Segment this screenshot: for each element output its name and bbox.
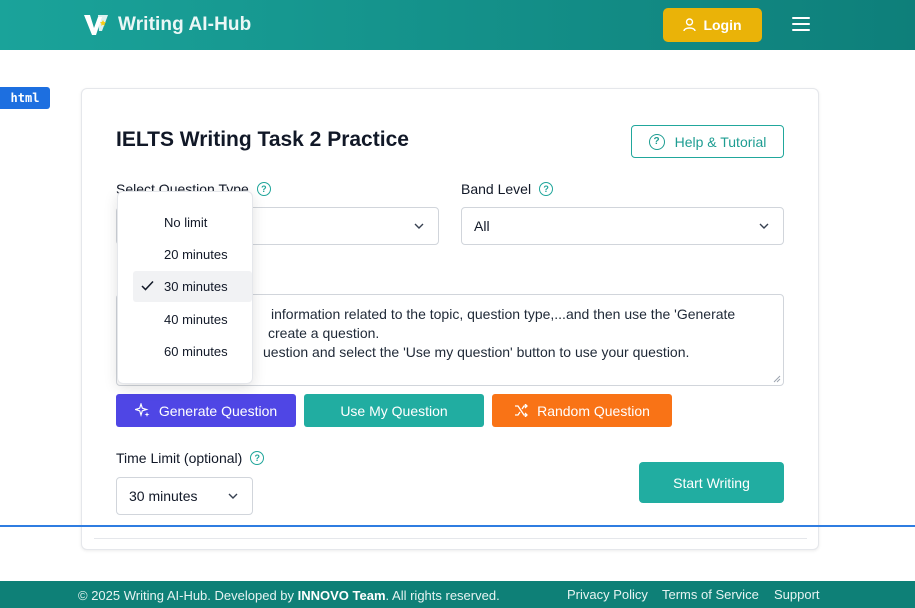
hamburger-menu-icon[interactable] [792,17,810,33]
top-navbar: Writing AI-Hub Login [0,0,915,50]
copyright-prefix: © 2025 Writing AI-Hub. Developed by [78,588,295,603]
band-level-select[interactable]: All [461,207,784,245]
login-label: Login [703,17,742,33]
copyright-suffix: . All rights reserved. [385,588,500,603]
time-limit-dropdown: No limit 20 minutes 30 minutes 40 minute… [117,191,253,384]
html-badge: html [0,87,50,109]
band-level-value: All [474,218,490,234]
use-my-question-button[interactable]: Use My Question [304,394,484,427]
band-level-info-icon[interactable]: ? [539,182,554,196]
terms-of-service-link[interactable]: Terms of Service [662,587,759,602]
help-label: Help & Tutorial [674,133,767,150]
brand-name: Writing AI-Hub [118,14,252,35]
time-limit-info-icon[interactable]: ? [250,451,265,465]
chevron-down-icon [414,223,424,229]
start-writing-button[interactable]: Start Writing [639,462,784,503]
random-question-button[interactable]: Random Question [492,394,672,427]
brand[interactable]: Writing AI-Hub [82,11,251,39]
question-circle-icon: ? [648,133,665,150]
privacy-policy-link[interactable]: Privacy Policy [567,587,648,602]
chevron-down-icon [228,493,238,499]
login-button[interactable]: Login [663,8,762,42]
shuffle-icon [515,404,528,417]
question-type-info-icon[interactable]: ? [256,182,271,196]
time-limit-value: 30 minutes [129,488,198,504]
sparkles-icon [134,403,150,418]
generate-label: Generate Question [158,402,278,419]
option-label: 60 minutes [164,344,228,359]
copyright-text: © 2025 Writing AI-Hub. Developed by INNO… [78,588,500,603]
dropdown-option-40-minutes[interactable]: 40 minutes [133,304,252,335]
start-label: Start Writing [673,474,750,491]
use-mine-label: Use My Question [340,402,448,419]
logo-icon [84,15,108,35]
option-label: 30 minutes [164,279,228,294]
page-title: IELTS Writing Task 2 Practice [116,128,409,151]
band-level-label-row: Band Level ? [461,181,554,197]
dropdown-option-30-minutes[interactable]: 30 minutes [133,271,252,302]
dropdown-option-20-minutes[interactable]: 20 minutes [133,239,252,270]
help-tutorial-button[interactable]: ? Help & Tutorial [631,125,784,158]
time-limit-select[interactable]: 30 minutes [116,477,253,515]
time-limit-label-row: Time Limit (optional) ? [116,450,265,466]
generate-question-button[interactable]: Generate Question [116,394,296,427]
user-icon [683,18,697,32]
resize-handle-icon[interactable] [773,375,781,383]
option-label: No limit [164,215,208,230]
team-name: INNOVO Team [297,588,386,603]
card-divider [94,538,807,539]
support-link[interactable]: Support [774,587,820,602]
blue-guide-line [0,525,915,527]
footer: © 2025 Writing AI-Hub. Developed by INNO… [0,581,915,608]
chevron-down-icon [759,223,769,229]
band-level-label: Band Level [461,181,532,197]
time-limit-label: Time Limit (optional) [116,450,243,466]
dropdown-option-no-limit[interactable]: No limit [133,207,252,238]
option-label: 40 minutes [164,312,228,327]
random-label: Random Question [537,402,650,419]
check-icon [141,280,154,291]
dropdown-option-60-minutes[interactable]: 60 minutes [133,336,252,367]
option-label: 20 minutes [164,247,228,262]
